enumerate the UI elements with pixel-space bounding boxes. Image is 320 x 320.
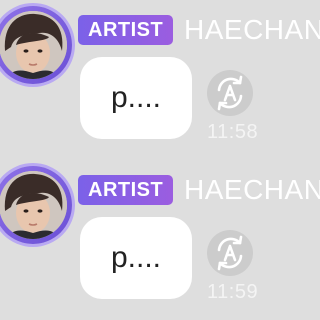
message-time: 11:58 xyxy=(207,121,259,143)
translate-button[interactable] xyxy=(207,230,253,276)
artist-badge: ARTIST xyxy=(78,175,174,205)
sender-name: HAECHAN xyxy=(184,174,320,205)
message-time: 11:59 xyxy=(207,281,259,303)
chat-message: ARTIST HAECHAN p.... 11:58 xyxy=(0,0,320,160)
message-text: p.... xyxy=(110,241,162,274)
avatar-photo xyxy=(0,11,67,79)
profile-photo xyxy=(0,11,67,79)
profile-photo xyxy=(0,171,67,239)
translate-icon xyxy=(217,235,243,271)
translate-icon xyxy=(217,75,243,111)
avatar-photo xyxy=(0,171,67,239)
avatar[interactable] xyxy=(0,166,72,244)
message-bubble[interactable]: p.... xyxy=(80,57,192,139)
chat-message: ARTIST HAECHAN p.... 11:59 xyxy=(0,160,320,320)
sender-name: HAECHAN xyxy=(184,14,320,45)
avatar[interactable] xyxy=(0,6,72,84)
translate-button[interactable] xyxy=(207,70,253,116)
artist-badge: ARTIST xyxy=(78,15,174,45)
message-text: p.... xyxy=(110,81,162,114)
message-bubble[interactable]: p.... xyxy=(80,217,192,299)
